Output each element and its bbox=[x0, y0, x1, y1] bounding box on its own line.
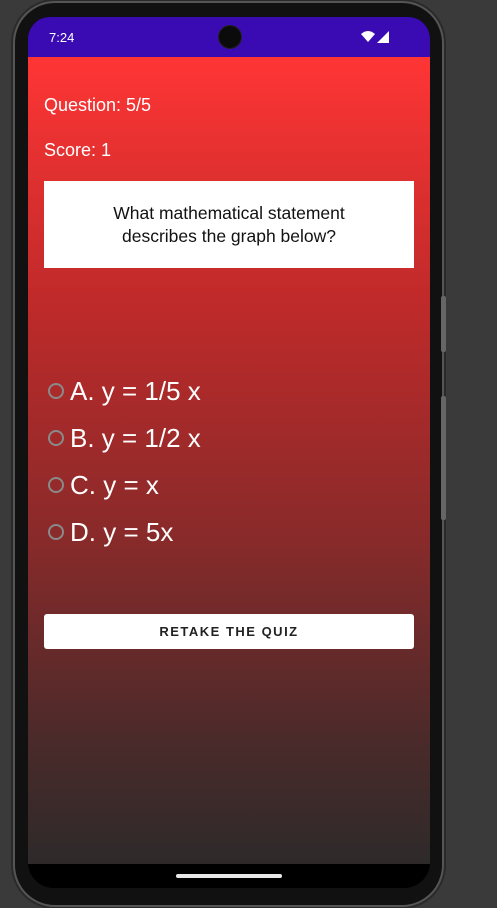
status-icons bbox=[361, 31, 389, 43]
phone-screen: 7:24 Question: 5/5 Score: 1 What mathema… bbox=[28, 17, 430, 888]
option-a[interactable]: A. y = 1/5 x bbox=[48, 373, 201, 409]
question-card: What mathematical statement describes th… bbox=[44, 181, 414, 268]
radio-button-icon[interactable] bbox=[48, 477, 64, 493]
question-counter: Question: 5/5 bbox=[44, 95, 152, 115]
question-text: What mathematical statement describes th… bbox=[113, 202, 345, 246]
quiz-screen: Question: 5/5 Score: 1 What mathematical… bbox=[28, 57, 430, 864]
option-label: C. y = x bbox=[70, 469, 159, 500]
option-c[interactable]: C. y = x bbox=[48, 467, 159, 503]
option-label: D. y = 5x bbox=[70, 516, 174, 547]
option-label: B. y = 1/2 x bbox=[70, 422, 201, 453]
power-button bbox=[441, 296, 446, 352]
retake-quiz-button[interactable]: RETAKE THE QUIZ bbox=[44, 614, 414, 649]
status-time: 7:24 bbox=[49, 30, 75, 45]
radio-button-icon[interactable] bbox=[48, 524, 64, 540]
front-camera-icon bbox=[218, 25, 242, 49]
cellular-signal-icon bbox=[377, 31, 389, 43]
option-label: A. y = 1/5 x bbox=[70, 375, 201, 406]
radio-button-icon[interactable] bbox=[48, 430, 64, 446]
option-b[interactable]: B. y = 1/2 x bbox=[48, 420, 201, 456]
volume-button bbox=[441, 396, 446, 520]
home-gesture-handle[interactable] bbox=[176, 874, 282, 878]
navigation-bar bbox=[28, 864, 430, 888]
wifi-icon bbox=[361, 31, 375, 42]
radio-button-icon[interactable] bbox=[48, 383, 64, 399]
score-label: Score: 1 bbox=[44, 140, 112, 160]
option-d[interactable]: D. y = 5x bbox=[48, 514, 173, 550]
status-bar: 7:24 bbox=[28, 17, 430, 57]
